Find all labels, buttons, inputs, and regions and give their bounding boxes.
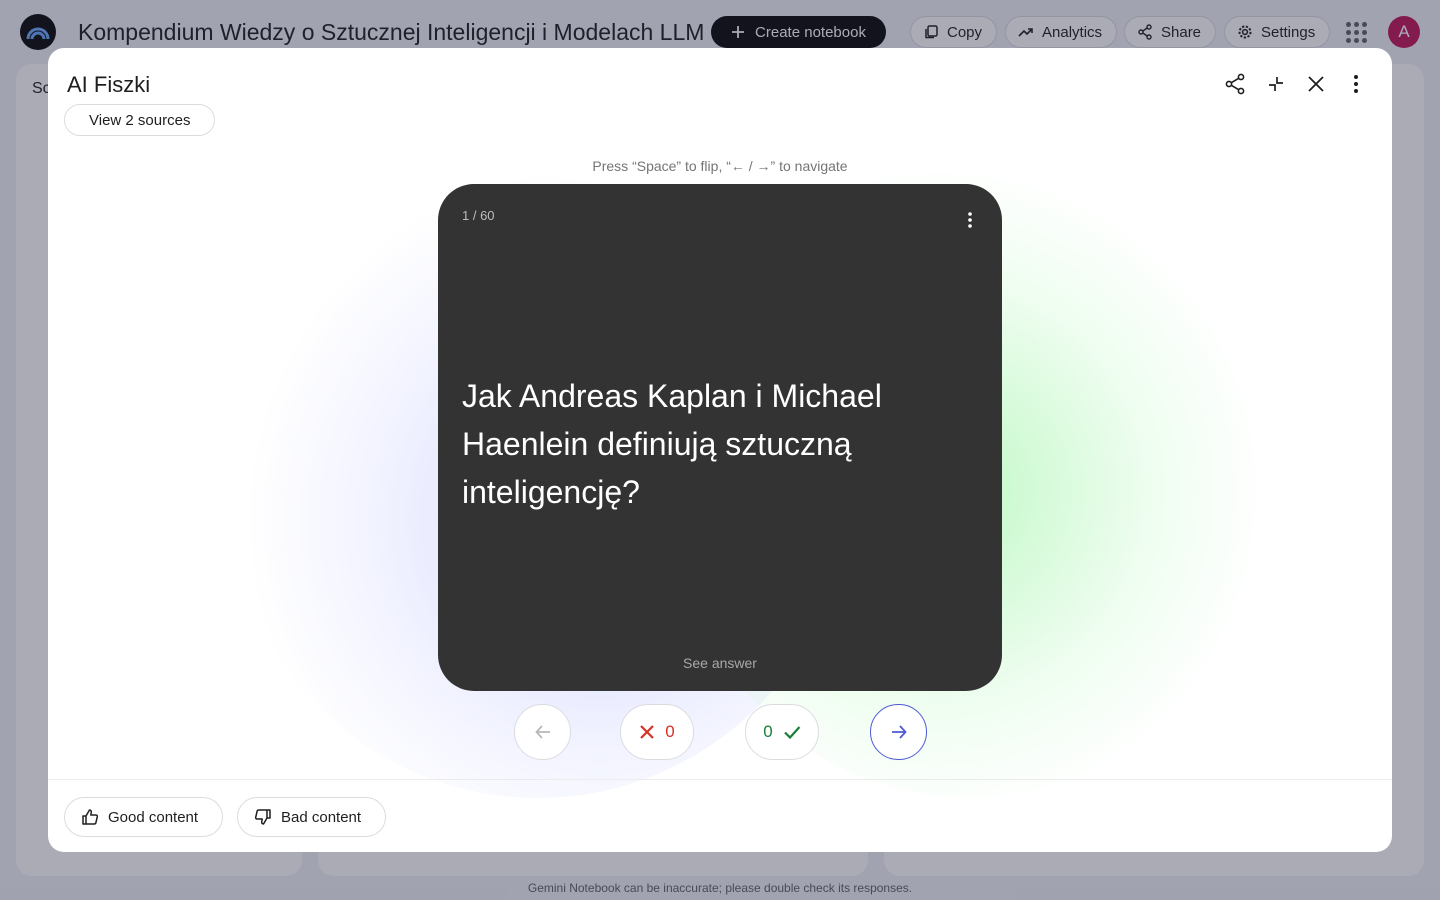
dialog-title: AI Fiszki — [67, 72, 151, 97]
next-card-button[interactable] — [870, 704, 927, 760]
good-content-button[interactable]: Good content — [64, 797, 224, 837]
view-sources-button[interactable]: View 2 sources — [64, 104, 216, 136]
see-answer-label[interactable]: See answer — [438, 655, 1002, 671]
more-vert-icon[interactable] — [1344, 72, 1368, 96]
good-content-label: Good content — [108, 808, 199, 826]
arrow-right-icon — [891, 725, 907, 739]
thumb-down-icon — [254, 809, 271, 825]
feedback-bar: Good content Bad content — [48, 779, 1392, 852]
mark-wrong-button[interactable]: 0 — [620, 704, 694, 760]
arrow-left-icon — [534, 725, 550, 739]
flashcard-question: Jak Andreas Kaplan i Michael Haenlein de… — [462, 378, 882, 510]
thumb-up-icon — [82, 809, 99, 825]
share-icon[interactable] — [1223, 72, 1247, 96]
close-icon[interactable] — [1304, 72, 1328, 96]
bad-content-label: Bad content — [281, 808, 362, 826]
check-icon — [783, 726, 801, 740]
keyboard-hint: Press “Space” to flip, “← / →” to naviga… — [592, 158, 848, 174]
card-more-icon[interactable] — [958, 208, 982, 232]
close-icon — [640, 725, 655, 739]
flashcard[interactable]: 1 / 60 Jak Andreas Kaplan i Michael Haen… — [438, 184, 1002, 691]
flashcards-dialog: AI Fiszki View 2 sources Press “Space” t… — [48, 48, 1392, 852]
mark-correct-button[interactable]: 0 — [745, 704, 819, 760]
correct-count: 0 — [763, 722, 773, 741]
card-counter: 1 / 60 — [462, 208, 495, 223]
bad-content-button[interactable]: Bad content — [237, 797, 387, 837]
collapse-icon[interactable] — [1264, 72, 1288, 96]
previous-card-button[interactable] — [514, 704, 571, 760]
wrong-count: 0 — [665, 722, 675, 741]
